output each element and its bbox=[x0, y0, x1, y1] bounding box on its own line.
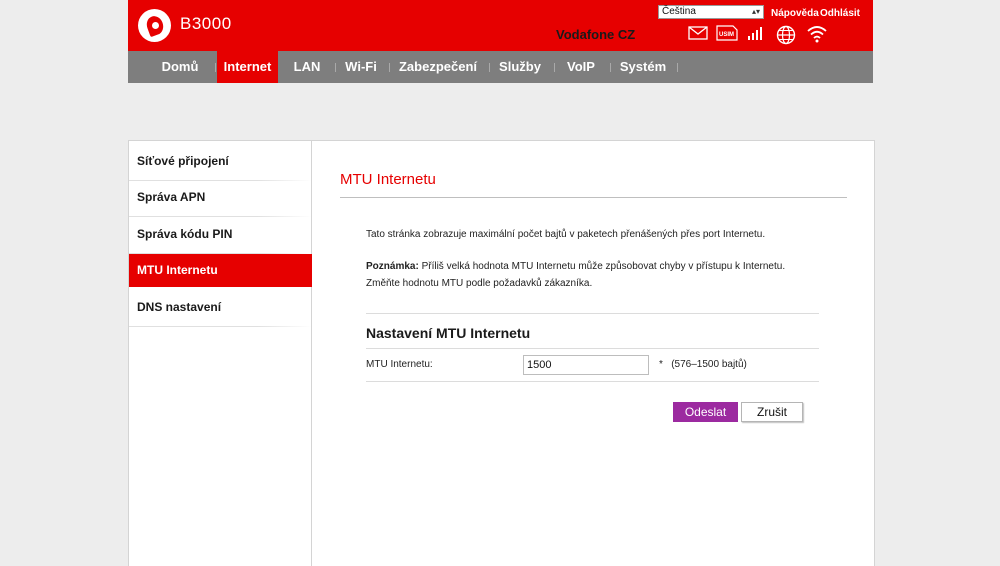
nav-separator bbox=[489, 63, 490, 72]
cancel-button[interactable]: Zrušit bbox=[741, 402, 803, 422]
nav-separator bbox=[677, 63, 678, 72]
sidebar-item-apn-management[interactable]: Správa APN bbox=[129, 181, 312, 217]
operator-name: Vodafone CZ bbox=[556, 27, 636, 42]
signal-icon bbox=[748, 27, 762, 40]
globe-icon[interactable] bbox=[776, 25, 796, 45]
sidebar-item-dns[interactable]: DNS nastavení bbox=[129, 291, 312, 327]
section-divider bbox=[366, 313, 819, 314]
usim-icon[interactable]: USIM bbox=[716, 25, 738, 41]
logout-link[interactable]: Odhlásit bbox=[820, 8, 860, 19]
nav-item-security[interactable]: Zabezpečení bbox=[396, 51, 480, 83]
sidebar-item-pin-management[interactable]: Správa kódu PIN bbox=[129, 218, 312, 254]
header-bar: B3000 Čeština ▴▾ Nápověda Odhlásit Vodaf… bbox=[128, 0, 873, 51]
nav-item-home[interactable]: Domů bbox=[156, 51, 204, 83]
submit-button[interactable]: Odeslat bbox=[673, 402, 738, 422]
nav-separator bbox=[554, 63, 555, 72]
mtu-field-label: MTU Internetu: bbox=[366, 359, 433, 370]
main-content: MTU Internetu Tato stránka zobrazuje max… bbox=[313, 141, 875, 566]
wifi-icon[interactable] bbox=[807, 25, 827, 43]
sidebar-item-mtu[interactable]: MTU Internetu bbox=[129, 254, 312, 287]
field-divider bbox=[366, 381, 819, 382]
main-nav: Domů Internet LAN Wi-Fi Zabezpečení Služ… bbox=[128, 51, 873, 83]
page-title: MTU Internetu bbox=[340, 171, 436, 188]
content-panel: Síťové připojení Správa APN Správa kódu … bbox=[128, 140, 875, 566]
brand-name: B3000 bbox=[180, 14, 232, 33]
usim-label: USIM bbox=[719, 32, 734, 38]
mtu-input[interactable] bbox=[523, 355, 649, 375]
nav-separator bbox=[335, 63, 336, 72]
envelope-icon[interactable] bbox=[688, 25, 708, 41]
section-divider bbox=[366, 348, 819, 349]
nav-separator bbox=[610, 63, 611, 72]
nav-separator bbox=[215, 63, 216, 72]
language-select[interactable]: Čeština ▴▾ bbox=[658, 5, 764, 19]
nav-item-services[interactable]: Služby bbox=[496, 51, 544, 83]
note-label: Poznámka: bbox=[366, 261, 419, 272]
title-divider bbox=[340, 197, 847, 198]
sidebar-item-network-connection[interactable]: Síťové připojení bbox=[129, 145, 312, 181]
language-selected-value: Čeština bbox=[662, 6, 696, 17]
page-note: Poznámka: Příliš velká hodnota MTU Inter… bbox=[366, 258, 806, 292]
sidebar: Síťové připojení Správa APN Správa kódu … bbox=[129, 141, 312, 566]
nav-item-internet[interactable]: Internet bbox=[217, 51, 278, 83]
nav-item-lan[interactable]: LAN bbox=[289, 51, 325, 83]
chevron-down-icon: ▴▾ bbox=[751, 7, 760, 16]
nav-item-system[interactable]: Systém bbox=[617, 51, 669, 83]
help-link[interactable]: Nápověda bbox=[771, 8, 819, 19]
nav-item-voip[interactable]: VoIP bbox=[562, 51, 600, 83]
nav-item-wifi[interactable]: Wi-Fi bbox=[342, 51, 380, 83]
nav-separator bbox=[389, 63, 390, 72]
note-text: Příliš velká hodnota MTU Internetu může … bbox=[366, 261, 786, 289]
section-title: Nastavení MTU Internetu bbox=[366, 325, 531, 341]
mtu-field-hint: * (576–1500 bajtů) bbox=[659, 359, 747, 370]
page-description: Tato stránka zobrazuje maximální počet b… bbox=[366, 229, 766, 240]
vodafone-logo-icon[interactable] bbox=[138, 9, 171, 42]
